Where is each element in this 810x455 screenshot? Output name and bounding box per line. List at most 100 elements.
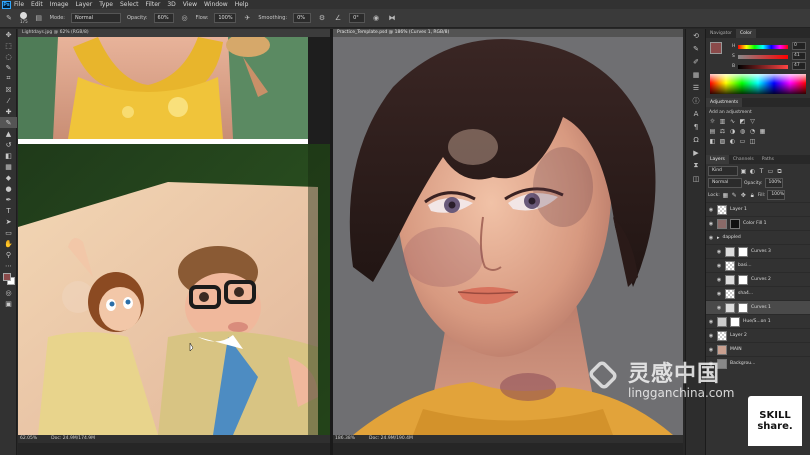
channel-mixer-adj-icon[interactable]: ◔ [749,128,756,135]
smoothing-gear-icon[interactable]: ⚙ [317,13,327,23]
menu-layer[interactable]: Layer [75,1,92,8]
layer-fill-field[interactable]: 100% [767,190,786,200]
brightness-slider[interactable] [738,65,788,69]
paragraph-panel-icon[interactable]: ¶ [686,120,706,133]
eyedropper-tool-icon[interactable]: ⁄ [0,95,17,106]
hand-tool-icon[interactable]: ✋ [0,238,17,249]
color-h-value[interactable]: 0 [792,42,806,50]
mode-select[interactable]: Normal [70,13,121,23]
filter-shape-icon[interactable]: ▭ [767,168,774,175]
tab-paths[interactable]: Paths [758,155,778,164]
libraries-panel-icon[interactable]: ◫ [686,172,706,185]
lasso-tool-icon[interactable]: ◌ [0,51,17,62]
eraser-tool-icon[interactable]: ◧ [0,150,17,161]
more-tools-icon[interactable]: ⋯ [0,260,17,271]
angle-field[interactable]: 0° [349,13,366,23]
bw-adj-icon[interactable]: ◑ [729,128,736,135]
doc2-info[interactable]: Doc: 24.9M/190.4M [369,435,413,443]
levels-adj-icon[interactable]: ▥ [719,118,726,125]
filter-pixel-icon[interactable]: ▣ [740,168,747,175]
layer-row[interactable]: ◉ Layer 1 [706,202,810,216]
color-fg-swatch[interactable] [710,42,722,54]
flow-field[interactable]: 100% [214,13,237,23]
blur-tool-icon[interactable]: ◆ [0,172,17,183]
foreground-color-swatch[interactable] [3,273,11,281]
screen-mode-icon[interactable]: ▣ [0,298,17,309]
frame-tool-icon[interactable]: ☒ [0,84,17,95]
menu-image[interactable]: Image [50,1,69,8]
threshold-adj-icon[interactable]: ◐ [729,138,736,145]
actions-panel-icon[interactable]: ▶ [686,146,706,159]
angle-icon[interactable]: ∠ [333,13,343,23]
layer-row[interactable]: ◉ Hue/S...on 1 [706,314,810,328]
hue-sat-adj-icon[interactable]: ▤ [709,128,716,135]
doc1-zoom[interactable]: 62.05% [20,435,37,443]
visibility-eye-icon[interactable]: ◉ [708,319,714,325]
pressure-size-icon[interactable]: ◉ [371,13,381,23]
saturation-slider[interactable] [738,55,788,59]
type-tool-icon[interactable]: T [0,205,17,216]
visibility-eye-icon[interactable]: ◉ [708,333,714,339]
symmetry-icon[interactable]: ⧓ [387,13,397,23]
menu-3d[interactable]: 3D [167,1,175,8]
layer-row[interactable]: ◉ sha4... [706,286,810,300]
layer-row[interactable]: ◉ basi... [706,258,810,272]
visibility-eye-icon[interactable]: ◉ [708,207,714,213]
layer-filter-kind[interactable]: Kind [708,166,738,176]
tab-layers[interactable]: Layers [706,155,729,164]
lock-pixels-icon[interactable]: ✎ [731,192,738,199]
tab-channels[interactable]: Channels [729,155,758,164]
layer-opacity-field[interactable]: 100% [764,178,783,188]
quick-mask-icon[interactable]: ◎ [0,287,17,298]
vibrance-adj-icon[interactable]: ▽ [749,118,756,125]
layer-row[interactable]: ◉ Color Fill 1 [706,216,810,230]
layer-row-selected[interactable]: ◉ Curves 1 [706,300,810,314]
posterize-adj-icon[interactable]: ▨ [719,138,726,145]
properties-panel-icon[interactable]: ☰ [686,81,706,94]
zoom-tool-icon[interactable]: ⚲ [0,249,17,260]
tab-navigator[interactable]: Navigator [706,29,736,38]
menu-window[interactable]: Window [204,1,228,8]
invert-adj-icon[interactable]: ◧ [709,138,716,145]
color-lookup-adj-icon[interactable]: ▦ [759,128,766,135]
menu-view[interactable]: View [183,1,197,8]
filter-smart-icon[interactable]: ⧉ [776,168,783,175]
airbrush-icon[interactable]: ✈ [242,13,252,23]
color-balance-adj-icon[interactable]: ⚖ [719,128,726,135]
doc1-info[interactable]: Doc: 24.9M/174.9M [51,435,95,443]
menu-filter[interactable]: Filter [146,1,161,8]
layer-row[interactable]: ◉ ▸ dappled [706,230,810,244]
doc2-zoom[interactable]: 186.38% [335,435,355,443]
exposure-adj-icon[interactable]: ◩ [739,118,746,125]
visibility-eye-icon[interactable]: ◉ [708,221,714,227]
visibility-eye-icon[interactable]: ◉ [716,249,722,255]
crop-tool-icon[interactable]: ⌗ [0,73,17,84]
filter-adjust-icon[interactable]: ◐ [749,168,756,175]
color-b-value[interactable]: 47 [792,62,806,70]
selective-color-adj-icon[interactable]: ◫ [749,138,756,145]
move-tool-icon[interactable]: ✥ [0,29,17,40]
history-panel-icon[interactable]: ⟲ [686,29,706,42]
menu-help[interactable]: Help [235,1,249,8]
doc1-canvas[interactable] [18,37,330,435]
layer-row[interactable]: ◉ MAIN [706,342,810,356]
smoothing-field[interactable]: 0% [293,13,312,23]
lock-transparent-icon[interactable]: ▦ [722,192,729,199]
color-s-value[interactable]: 41 [792,52,806,60]
brush-tool-icon-side[interactable]: ✎ [0,117,17,128]
hue-slider[interactable] [738,45,788,49]
swatches-panel-icon[interactable]: ▦ [686,68,706,81]
layer-row[interactable]: ◉ Layer 2 [706,328,810,342]
character-panel-icon[interactable]: A [686,107,706,120]
visibility-eye-icon[interactable]: ◉ [716,305,722,311]
quick-select-tool-icon[interactable]: ✎ [0,62,17,73]
marquee-tool-icon[interactable]: ⬚ [0,40,17,51]
pen-tool-icon[interactable]: ✒ [0,194,17,205]
timeline-panel-icon[interactable]: ⧗ [686,159,706,172]
layer-blend-mode[interactable]: Normal [708,178,742,188]
stamp-tool-icon[interactable]: ▲ [0,128,17,139]
glyphs-panel-icon[interactable]: Ω [686,133,706,146]
lock-position-icon[interactable]: ✥ [740,192,747,199]
info-panel-icon[interactable]: ⓘ [686,94,706,107]
lock-all-icon[interactable]: 🔒︎ [749,192,756,199]
